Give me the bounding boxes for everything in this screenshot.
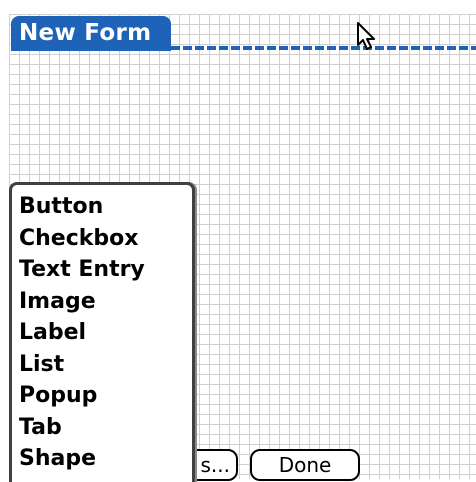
menu-item-checkbox[interactable]: Checkbox	[19, 223, 192, 255]
add-element-popup-menu: Button Checkbox Text Entry Image Label L…	[9, 182, 195, 482]
form-designer-screen: New Form s... Done Button Checkbox Text …	[0, 0, 476, 482]
form-title-tab: New Form	[11, 16, 171, 51]
menu-item-list[interactable]: List	[19, 349, 192, 381]
arrow-cursor-icon	[357, 22, 375, 50]
menu-item-label[interactable]: Label	[19, 317, 192, 349]
menu-item-button[interactable]: Button	[19, 191, 192, 223]
form-title: New Form	[19, 20, 152, 46]
menu-item-text-entry[interactable]: Text Entry	[19, 254, 192, 286]
menu-item-image[interactable]: Image	[19, 286, 192, 318]
title-underline	[171, 46, 476, 50]
menu-item-tab[interactable]: Tab	[19, 412, 192, 444]
done-button-label: Done	[278, 453, 332, 477]
menu-item-shape[interactable]: Shape	[19, 443, 192, 475]
done-button[interactable]: Done	[250, 449, 360, 481]
menu-item-popup[interactable]: Popup	[19, 380, 192, 412]
properties-button-label: s...	[200, 453, 231, 477]
